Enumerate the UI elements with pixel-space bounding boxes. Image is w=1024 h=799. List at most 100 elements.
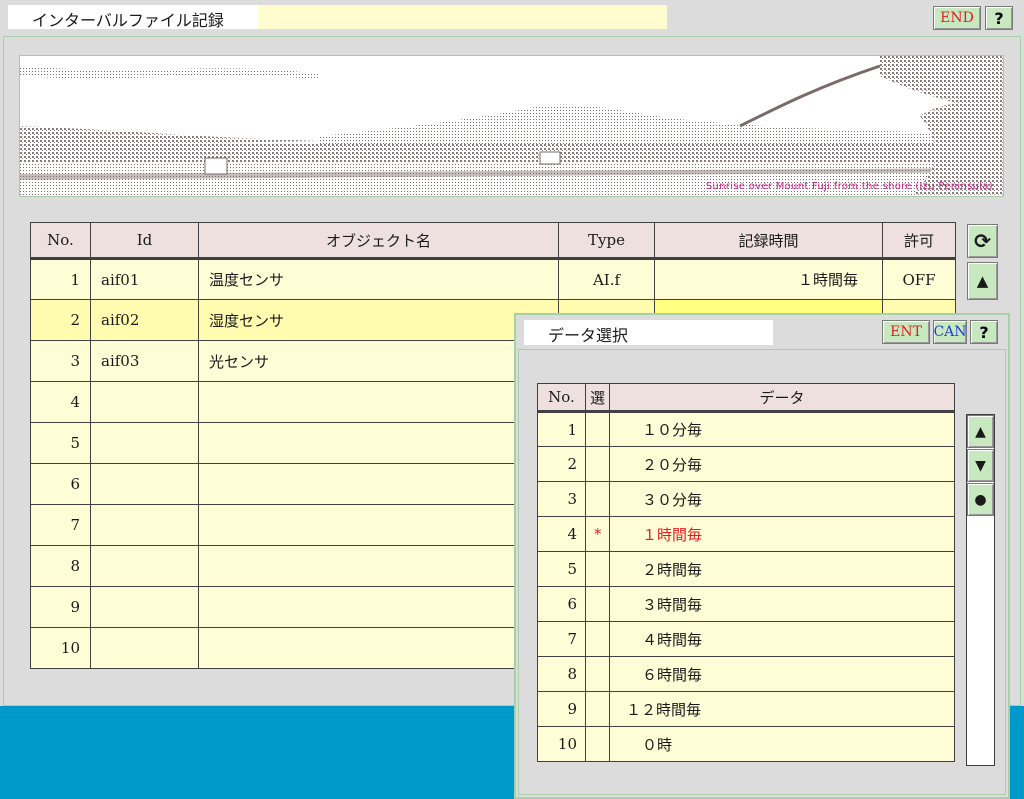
- banner-landscape: [20, 56, 1003, 196]
- option-no: 9: [537, 691, 586, 727]
- option-data[interactable]: ３時間毎: [609, 586, 955, 622]
- dialog-scrollbar[interactable]: ▲ ▼ ●: [966, 414, 995, 766]
- list-item[interactable]: 10 ０時: [537, 726, 955, 762]
- row-no: 8: [30, 545, 91, 587]
- title-status-field: [258, 5, 667, 29]
- row-id: [90, 586, 199, 628]
- option-no: 1: [537, 411, 586, 447]
- row-type: AI.f: [558, 258, 655, 300]
- option-mark: [585, 411, 610, 447]
- dot-icon: ●: [974, 491, 987, 508]
- row-no: 10: [30, 627, 91, 669]
- option-mark: [585, 726, 610, 762]
- option-no: 10: [537, 726, 586, 762]
- list-item[interactable]: 5 ２時間毎: [537, 551, 955, 587]
- option-mark: [585, 446, 610, 482]
- row-id: [90, 627, 199, 669]
- dialog-body: No. 選 データ 1 １０分毎 2 ２０分毎 3 ３０分毎 4 * １時間毎 …: [518, 349, 1006, 795]
- refresh-icon: ⟳: [974, 229, 991, 253]
- header-record-time: 記録時間: [654, 222, 883, 259]
- row-id: [90, 545, 199, 587]
- window-title: インターバルファイル記録: [8, 5, 258, 30]
- dialog-header-row: No. 選 データ: [537, 383, 955, 412]
- option-data[interactable]: １時間毎: [609, 516, 955, 552]
- dialog-select-button[interactable]: ●: [967, 483, 994, 516]
- option-no: 2: [537, 446, 586, 482]
- dialog-help-button[interactable]: ?: [970, 320, 998, 344]
- header-no: No.: [537, 383, 586, 412]
- option-data[interactable]: ２時間毎: [609, 551, 955, 587]
- row-record-time[interactable]: １時間毎: [654, 258, 883, 300]
- table-header-row: No. Id オブジェクト名 Type 記録時間 許可: [30, 222, 956, 259]
- header-select: 選: [585, 383, 610, 412]
- option-no: 6: [537, 586, 586, 622]
- dialog-scroll-up-button[interactable]: ▲: [967, 415, 994, 448]
- row-object-name: [198, 422, 559, 464]
- option-no: 8: [537, 656, 586, 692]
- row-no: 6: [30, 463, 91, 505]
- option-mark: [585, 586, 610, 622]
- option-data[interactable]: ３０分毎: [609, 481, 955, 517]
- row-id: aif03: [90, 340, 199, 382]
- option-data[interactable]: ０時: [609, 726, 955, 762]
- list-item[interactable]: 8 ６時間毎: [537, 656, 955, 692]
- option-no: 5: [537, 551, 586, 587]
- option-no: 4: [537, 516, 586, 552]
- row-no: 2: [30, 299, 91, 341]
- row-object-name: 光センサ: [198, 340, 559, 382]
- table-row[interactable]: 1 aif01 温度センサ AI.f １時間毎 OFF: [30, 258, 956, 300]
- option-no: 3: [537, 481, 586, 517]
- option-data[interactable]: １２時間毎: [609, 691, 955, 727]
- list-item[interactable]: 9 １２時間毎: [537, 691, 955, 727]
- option-mark: [585, 656, 610, 692]
- row-no: 9: [30, 586, 91, 628]
- row-permission[interactable]: OFF: [882, 258, 956, 300]
- header-permission: 許可: [882, 222, 956, 259]
- row-object-name: 湿度センサ: [198, 299, 559, 341]
- option-data[interactable]: ６時間毎: [609, 656, 955, 692]
- row-object-name: [198, 586, 559, 628]
- arrow-down-icon: ▼: [975, 457, 986, 474]
- header-id: Id: [90, 222, 199, 259]
- refresh-button[interactable]: ⟳: [967, 224, 998, 258]
- option-mark: *: [585, 516, 610, 552]
- row-id: [90, 422, 199, 464]
- option-data[interactable]: ２０分毎: [609, 446, 955, 482]
- list-item[interactable]: 3 ３０分毎: [537, 481, 955, 517]
- row-no: 5: [30, 422, 91, 464]
- header-no: No.: [30, 222, 91, 259]
- option-data[interactable]: １０分毎: [609, 411, 955, 447]
- data-option-table: No. 選 データ 1 １０分毎 2 ２０分毎 3 ３０分毎 4 * １時間毎 …: [537, 383, 955, 762]
- row-id: [90, 504, 199, 546]
- row-id: aif02: [90, 299, 199, 341]
- row-no: 1: [30, 258, 91, 300]
- end-button[interactable]: END: [933, 6, 981, 30]
- row-id: [90, 463, 199, 505]
- cancel-button[interactable]: CAN: [933, 320, 967, 344]
- header-type: Type: [558, 222, 655, 259]
- dialog-scroll-down-button[interactable]: ▼: [967, 449, 994, 482]
- option-mark: [585, 621, 610, 657]
- row-no: 7: [30, 504, 91, 546]
- banner-credit: Sunrise over Mount Fuji from the shore (…: [705, 181, 993, 192]
- arrow-up-icon: ▲: [975, 423, 986, 440]
- dialog-title: データ選択: [524, 320, 773, 345]
- help-button[interactable]: ?: [985, 6, 1013, 30]
- list-item[interactable]: 6 ３時間毎: [537, 586, 955, 622]
- row-object-name: [198, 381, 559, 423]
- option-data[interactable]: ４時間毎: [609, 621, 955, 657]
- list-item[interactable]: 2 ２０分毎: [537, 446, 955, 482]
- list-item-selected[interactable]: 4 * １時間毎: [537, 516, 955, 552]
- option-mark: [585, 691, 610, 727]
- row-object-name: [198, 504, 559, 546]
- row-no: 4: [30, 381, 91, 423]
- banner-image: Sunrise over Mount Fuji from the shore (…: [19, 55, 1004, 197]
- header-object-name: オブジェクト名: [198, 222, 559, 259]
- row-object-name: [198, 463, 559, 505]
- option-mark: [585, 551, 610, 587]
- ent-button[interactable]: ENT: [882, 320, 930, 344]
- list-item[interactable]: 1 １０分毎: [537, 411, 955, 447]
- list-item[interactable]: 7 ４時間毎: [537, 621, 955, 657]
- scroll-up-button[interactable]: ▲: [967, 262, 998, 300]
- row-no: 3: [30, 340, 91, 382]
